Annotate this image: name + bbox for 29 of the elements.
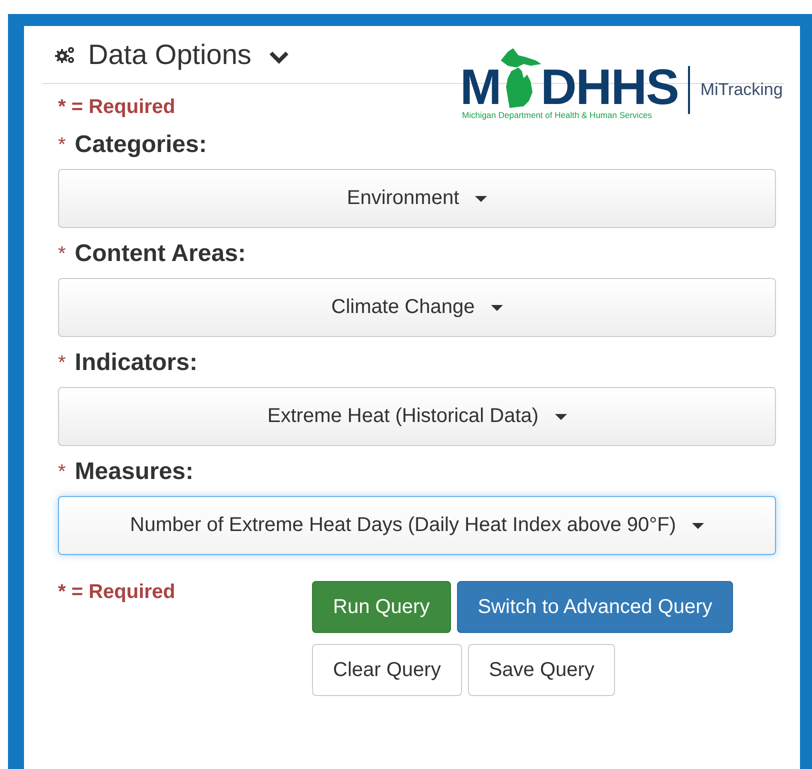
logo-subtitle: Michigan Department of Health & Human Services: [462, 110, 652, 120]
gears-icon: [54, 44, 76, 64]
dropdown[interactable]: Extreme Heat (Historical Data): [58, 387, 776, 446]
field-label: Indicators:: [74, 349, 198, 377]
field-label: Content Areas:: [74, 240, 246, 268]
query-button[interactable]: Save Query: [468, 644, 616, 696]
logo-letters: DHHS: [540, 62, 678, 112]
query-button[interactable]: Run Query: [312, 581, 451, 633]
caret-icon: [692, 522, 704, 528]
logo-letter: M: [460, 62, 501, 112]
dropdown[interactable]: Number of Extreme Heat Days (Daily Heat Index above 90°F): [58, 496, 776, 555]
caret-icon: [490, 304, 503, 310]
caret-icon: [475, 196, 488, 202]
dropdown[interactable]: Climate Change: [58, 278, 776, 337]
caret-icon: [554, 414, 567, 420]
dropdown[interactable]: Environment: [58, 169, 776, 228]
required-note: * = Required: [58, 96, 176, 118]
required-asterisk: *: [58, 134, 66, 156]
required-asterisk: *: [58, 242, 66, 266]
panel-title[interactable]: Data Options: [88, 38, 252, 70]
required-note: * = Required: [58, 581, 176, 603]
field-label: Measures:: [74, 458, 194, 486]
query-button[interactable]: Switch to Advanced Query: [456, 581, 734, 633]
query-button[interactable]: Clear Query: [312, 644, 462, 696]
product-name: MiTracking: [688, 66, 783, 114]
field-label: Categories:: [74, 131, 207, 159]
required-asterisk: *: [58, 460, 66, 484]
required-asterisk: *: [58, 352, 66, 374]
chevron-down-icon[interactable]: [269, 50, 290, 64]
